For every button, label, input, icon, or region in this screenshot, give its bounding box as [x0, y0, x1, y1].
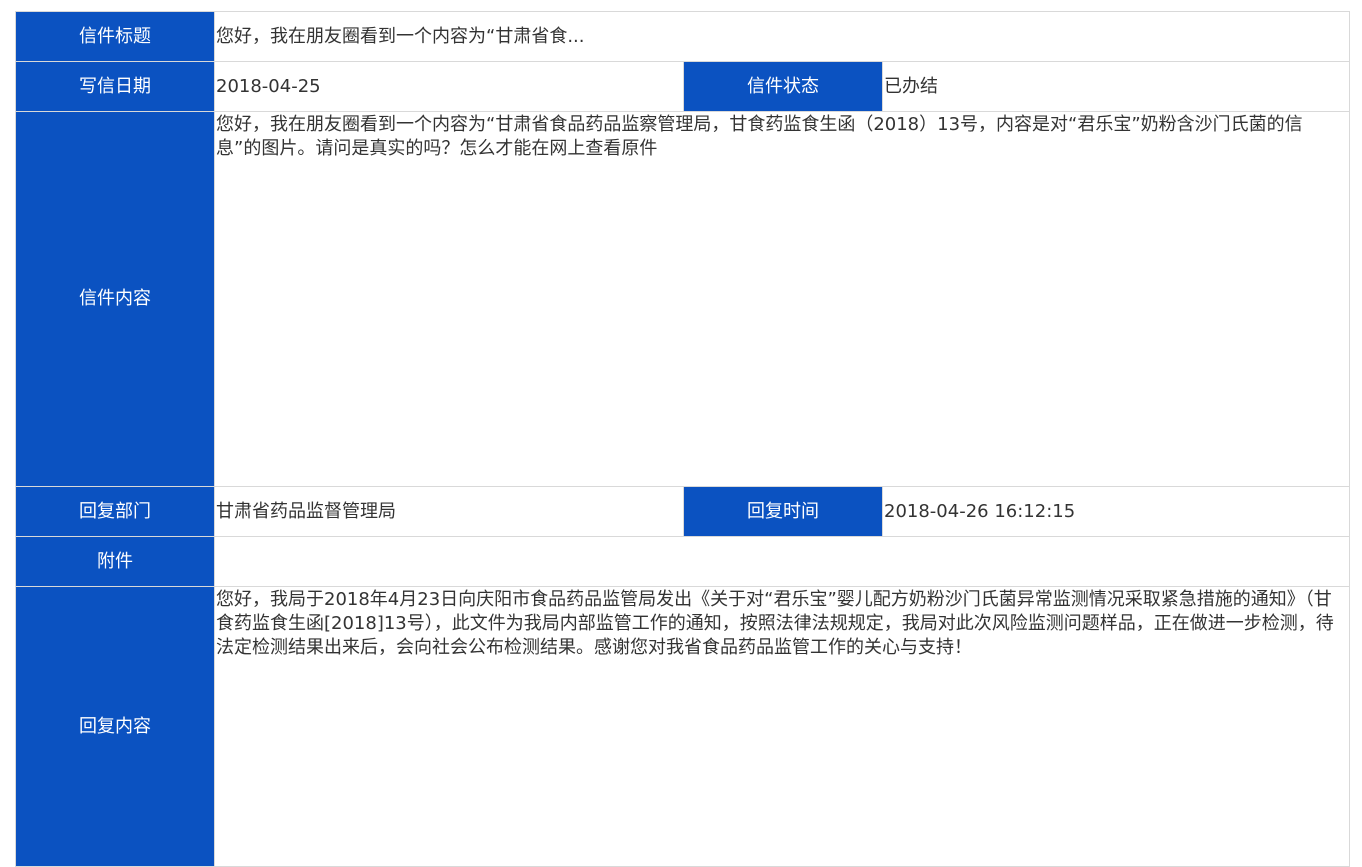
- letter-title-value: 您好，我在朋友圈看到一个内容为“甘肃省食...: [215, 12, 1350, 62]
- reply-department-label: 回复部门: [16, 487, 215, 537]
- letter-status-label: 信件状态: [684, 62, 883, 112]
- letter-content-label: 信件内容: [16, 112, 215, 487]
- letter-title-label: 信件标题: [16, 12, 215, 62]
- attachment-row: 附件: [16, 537, 1350, 587]
- attachment-value: [215, 537, 1350, 587]
- reply-time-label: 回复时间: [684, 487, 883, 537]
- letter-date-value: 2018-04-25: [215, 62, 684, 112]
- reply-department-time-row: 回复部门 甘肃省药品监督管理局 回复时间 2018-04-26 16:12:15: [16, 487, 1350, 537]
- letter-content-row: 信件内容 您好，我在朋友圈看到一个内容为“甘肃省食品药品监察管理局，甘食药监食生…: [16, 112, 1350, 487]
- reply-time-value: 2018-04-26 16:12:15: [883, 487, 1350, 537]
- letter-detail-table: 信件标题 您好，我在朋友圈看到一个内容为“甘肃省食... 写信日期 2018-0…: [15, 11, 1350, 867]
- reply-content-label: 回复内容: [16, 587, 215, 867]
- reply-content-row: 回复内容 您好，我局于2018年4月23日向庆阳市食品药品监管局发出《关于对“君…: [16, 587, 1350, 867]
- letter-status-value: 已办结: [883, 62, 1350, 112]
- attachment-label: 附件: [16, 537, 215, 587]
- letter-content-text: 您好，我在朋友圈看到一个内容为“甘肃省食品药品监察管理局，甘食药监食生函（201…: [216, 113, 1343, 161]
- reply-content-value: 您好，我局于2018年4月23日向庆阳市食品药品监管局发出《关于对“君乐宝”婴儿…: [215, 587, 1350, 867]
- reply-content-text: 您好，我局于2018年4月23日向庆阳市食品药品监管局发出《关于对“君乐宝”婴儿…: [216, 588, 1343, 660]
- letter-content-value: 您好，我在朋友圈看到一个内容为“甘肃省食品药品监察管理局，甘食药监食生函（201…: [215, 112, 1350, 487]
- reply-department-value: 甘肃省药品监督管理局: [215, 487, 684, 537]
- letter-title-row: 信件标题 您好，我在朋友圈看到一个内容为“甘肃省食...: [16, 12, 1350, 62]
- letter-date-label: 写信日期: [16, 62, 215, 112]
- letter-date-status-row: 写信日期 2018-04-25 信件状态 已办结: [16, 62, 1350, 112]
